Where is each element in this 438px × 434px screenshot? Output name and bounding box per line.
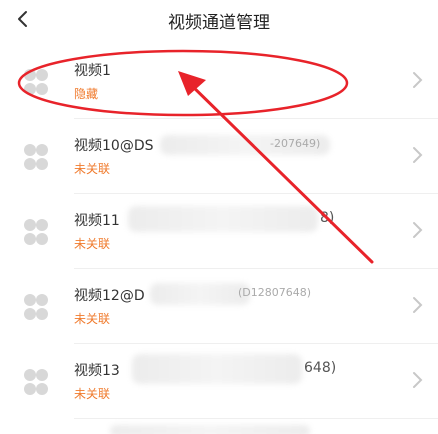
channel-name-tail: (D12807648) (238, 286, 312, 299)
chevron-right-icon (413, 72, 423, 88)
video-channel-icon (24, 69, 48, 95)
channel-status: 未关联 (74, 162, 111, 176)
video-channel-icon (24, 294, 48, 320)
video-channel-icon (24, 144, 48, 170)
channel-name: 视频11 (74, 213, 120, 229)
channel-name: 视频13 (74, 363, 120, 379)
channel-status: 未关联 (74, 387, 111, 401)
channel-row[interactable]: 视频12@D (D12807648) 未关联 (0, 269, 438, 344)
channel-name-tail: 8) (320, 210, 335, 226)
channel-name: 视频10@DS (74, 138, 154, 154)
redacted-region (132, 354, 302, 384)
chevron-right-icon (413, 297, 423, 313)
video-channel-icon (24, 219, 48, 245)
channel-name: 视频12@D (74, 288, 145, 304)
channel-row-partial[interactable] (0, 419, 438, 434)
header-bar: 视频通道管理 (0, 0, 438, 44)
redacted-region (128, 206, 318, 232)
channel-name-tail: 648) (304, 360, 337, 376)
chevron-right-icon (413, 147, 423, 163)
redacted-region (150, 283, 250, 305)
channel-row[interactable]: 视频10@DS -207649) 未关联 (0, 119, 438, 194)
video-channel-icon (24, 369, 48, 395)
channel-row[interactable]: 视频13 648) 未关联 (0, 344, 438, 419)
page-title: 视频通道管理 (168, 13, 270, 33)
channel-name: 视频1 (74, 63, 111, 79)
chevron-right-icon (413, 372, 423, 388)
channel-status: 未关联 (74, 312, 111, 326)
chevron-right-icon (413, 222, 423, 238)
channel-status: 未关联 (74, 237, 111, 251)
channel-row[interactable]: 视频1 隐藏 (0, 44, 438, 119)
channel-name-tail: -207649) (270, 137, 321, 150)
channel-status: 隐藏 (74, 87, 99, 101)
redacted-region (110, 425, 310, 434)
channel-row[interactable]: 视频11 8) 未关联 (0, 194, 438, 269)
